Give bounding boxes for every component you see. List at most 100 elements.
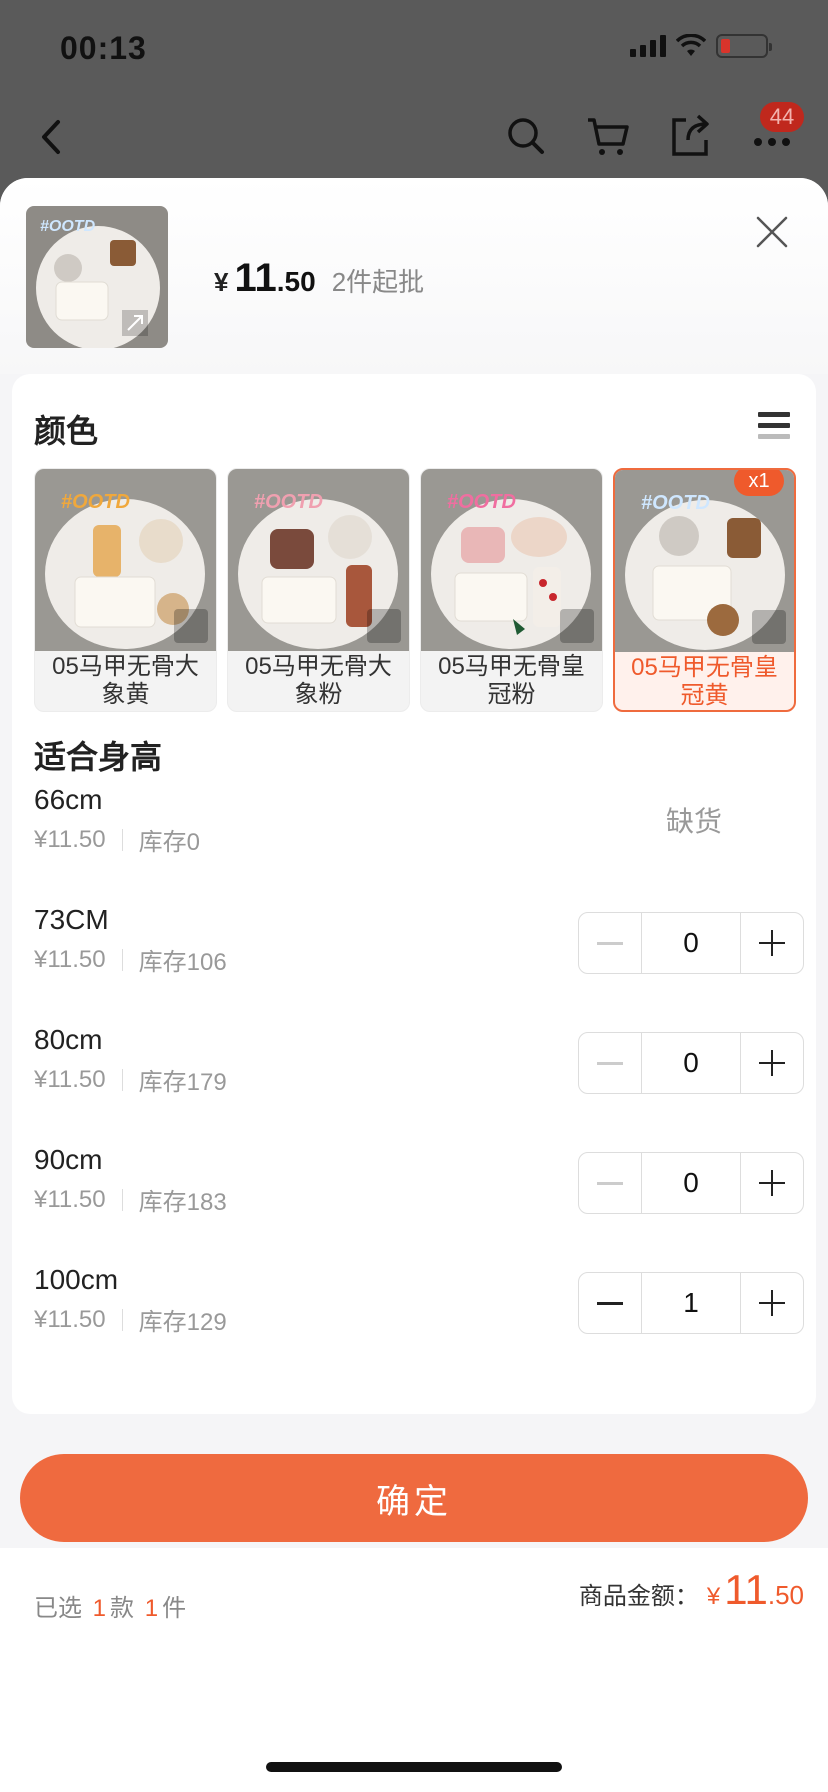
status-time: 00:13	[60, 30, 147, 66]
cart-icon[interactable]	[582, 110, 634, 162]
minus-icon	[597, 1061, 623, 1065]
color-option-image: #OOTD	[228, 469, 409, 651]
color-options: #OOTD 05马甲无骨大象黄 #OOTD 05马甲无骨大象粉 #OOTD 05…	[34, 468, 796, 712]
plus-icon	[759, 930, 785, 956]
size-row: 90cm ¥11.50 库存183 0	[34, 1144, 804, 1224]
wifi-icon	[676, 34, 706, 56]
notification-badge: 44	[760, 102, 804, 132]
search-icon[interactable]	[500, 110, 552, 162]
selected-items-count: 1	[144, 1595, 159, 1622]
sold-out-label: 缺货	[665, 806, 722, 837]
color-option-label: 05马甲无骨大象粉	[245, 653, 392, 708]
size-row: 80cm ¥11.50 库存179 0	[34, 1024, 804, 1104]
decrement-button[interactable]	[579, 1153, 641, 1213]
selected-kinds-count: 1	[92, 1595, 107, 1622]
swatch-tag: #OOTD	[61, 491, 130, 513]
increment-button[interactable]	[741, 1153, 803, 1213]
size-price: ¥11.50	[34, 945, 106, 973]
sheet-footer: 已选 1款 1件 商品金额： ¥ 11 .50	[0, 1548, 828, 1792]
increment-button[interactable]	[741, 1273, 803, 1333]
decrement-button[interactable]	[579, 913, 641, 973]
thumb-tag: #OOTD	[40, 218, 96, 235]
color-option-image: #OOTD	[615, 470, 794, 652]
total-decimal: .50	[767, 1580, 804, 1610]
product-thumbnail[interactable]: #OOTD	[26, 206, 168, 348]
quantity-stepper: 0	[578, 912, 804, 974]
min-order-text: 2件起批	[331, 267, 425, 297]
plus-icon	[759, 1290, 785, 1316]
color-option[interactable]: #OOTD 05马甲无骨大象粉	[227, 468, 410, 712]
decrement-button[interactable]	[579, 1033, 641, 1093]
expand-icon[interactable]	[752, 610, 786, 644]
expand-icon[interactable]	[560, 609, 594, 643]
minus-icon	[597, 941, 623, 945]
size-stock: 库存106	[138, 949, 227, 976]
size-price: ¥11.50	[34, 1185, 106, 1213]
quantity-input[interactable]: 0	[641, 1033, 741, 1093]
size-price: ¥11.50	[34, 1065, 106, 1093]
sku-card: 颜色 #OOTD 05马甲无骨大象黄 #OOTD 05马甲无骨大象粉 #OOTD…	[12, 374, 816, 1414]
confirm-button[interactable]: 确定	[20, 1454, 808, 1542]
size-section-title: 适合身高	[34, 739, 163, 775]
sku-sheet: #OOTD ¥ 11 .50 2件起批 颜色 #OOTD 05马甲无骨大象黄 #…	[0, 178, 828, 1792]
back-icon[interactable]	[28, 112, 78, 162]
size-stock: 库存179	[138, 1069, 227, 1096]
quantity-input[interactable]: 0	[641, 1153, 741, 1213]
selected-qty-badge: x1	[734, 470, 784, 496]
size-stock: 库存0	[138, 829, 200, 856]
increment-button[interactable]	[741, 1033, 803, 1093]
quantity-input[interactable]: 0	[641, 913, 741, 973]
plus-icon	[759, 1170, 785, 1196]
total-integer: 11	[724, 1566, 768, 1613]
total-amount: 商品金额： ¥ 11 .50	[579, 1566, 804, 1614]
color-option-image: #OOTD	[35, 469, 216, 651]
increment-button[interactable]	[741, 913, 803, 973]
expand-icon[interactable]	[367, 609, 401, 643]
total-symbol: ¥	[706, 1583, 721, 1610]
price-line: ¥ 11 .50 2件起批	[214, 256, 424, 301]
home-indicator	[266, 1762, 562, 1772]
swatch-tag: #OOTD	[641, 492, 710, 514]
quantity-input[interactable]: 1	[641, 1273, 741, 1333]
status-icons	[630, 34, 772, 58]
decrement-button[interactable]	[579, 1273, 641, 1333]
minus-icon	[597, 1301, 623, 1305]
color-option[interactable]: #OOTD 05马甲无骨大象黄	[34, 468, 217, 712]
quantity-stepper: 1	[578, 1272, 804, 1334]
price-symbol: ¥	[214, 267, 229, 297]
color-option-image: #OOTD	[421, 469, 602, 651]
swatch-tag: #OOTD	[254, 491, 323, 513]
total-label: 商品金额：	[578, 1583, 699, 1610]
selected-prefix: 已选	[34, 1595, 82, 1622]
size-stock: 库存129	[138, 1309, 227, 1336]
share-icon[interactable]	[664, 110, 716, 162]
color-section-title: 颜色	[34, 413, 99, 449]
color-option-label: 05马甲无骨皇冠粉	[438, 653, 585, 708]
sheet-header: #OOTD ¥ 11 .50 2件起批	[0, 178, 828, 374]
swatch-tag: #OOTD	[447, 491, 516, 513]
price-decimal: .50	[276, 266, 316, 297]
more-menu[interactable]: 44	[746, 102, 804, 162]
minus-icon	[597, 1181, 623, 1185]
color-option-selected[interactable]: x1 #OOTD 05马甲无骨皇冠黄	[613, 468, 796, 712]
list-view-icon[interactable]	[758, 412, 790, 446]
color-option[interactable]: #OOTD 05马甲无骨皇冠粉	[420, 468, 603, 712]
status-bar: 00:13	[0, 0, 828, 100]
selected-summary: 已选 1款 1件	[34, 1588, 186, 1623]
battery-icon	[716, 34, 772, 58]
size-price: ¥11.50	[34, 1305, 106, 1333]
expand-icon[interactable]	[174, 609, 208, 643]
quantity-stepper: 0	[578, 1152, 804, 1214]
color-option-label: 05马甲无骨大象黄	[52, 653, 199, 708]
price-integer: 11	[234, 256, 277, 300]
size-stock: 库存183	[138, 1189, 227, 1216]
size-price: ¥11.50	[34, 825, 106, 853]
close-icon[interactable]	[752, 212, 792, 252]
size-row: 100cm ¥11.50 库存129 1	[34, 1264, 804, 1344]
signal-icon	[630, 35, 666, 57]
quantity-stepper: 0	[578, 1032, 804, 1094]
size-row: 66cm ¥11.50 库存0 缺货	[34, 784, 804, 864]
color-option-label: 05马甲无骨皇冠黄	[631, 654, 778, 709]
selected-kinds-unit: 款	[110, 1595, 135, 1622]
size-row: 73CM ¥11.50 库存106 0	[34, 904, 804, 984]
